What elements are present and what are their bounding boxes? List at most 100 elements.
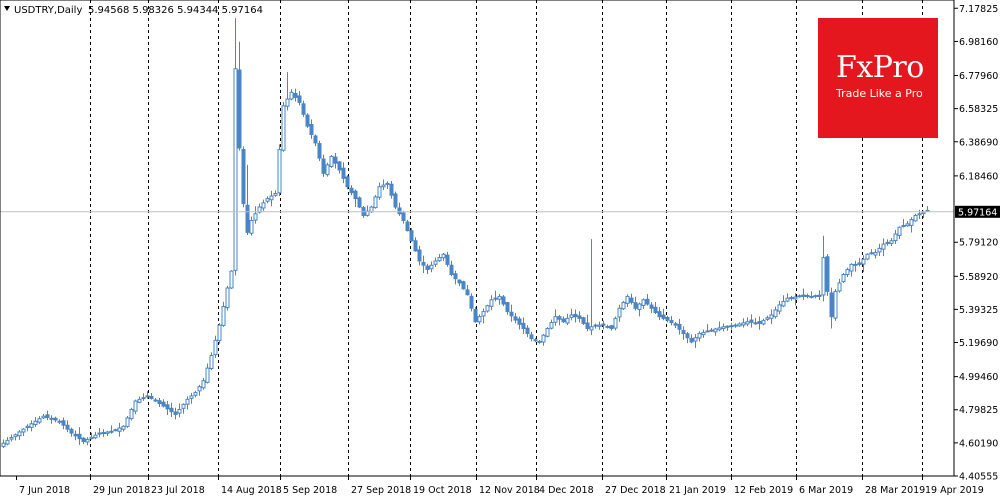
candle-body (549, 322, 554, 329)
candle-body (1, 442, 6, 448)
x-tick-label: 27 Sep 2018 (351, 485, 411, 496)
candle-body (889, 240, 894, 244)
candle-body (121, 425, 126, 430)
candle-body (225, 287, 230, 309)
candle-body (885, 241, 890, 244)
candle-body (917, 213, 922, 216)
candle-body (877, 247, 882, 253)
candle-body (617, 307, 622, 318)
candle-body (821, 257, 826, 296)
candle-body (173, 411, 178, 416)
candle-body (9, 437, 14, 440)
candle-body (621, 301, 626, 310)
candle-body (213, 339, 218, 356)
candle-body (169, 407, 174, 413)
x-tick-label: 14 Aug 2018 (221, 485, 282, 496)
candle-body (825, 256, 830, 292)
candle-body (153, 399, 158, 402)
candle-body (109, 430, 114, 433)
candle-body (401, 212, 406, 222)
candle-body (205, 367, 210, 383)
y-tick-label: 6.58325 (959, 104, 998, 115)
candle-body (421, 261, 426, 266)
candle-body (41, 415, 46, 419)
candle-body (305, 114, 310, 127)
candle-body (357, 197, 362, 208)
candle-body (533, 339, 538, 342)
candle-body (833, 290, 838, 319)
candle-body (329, 155, 334, 168)
candle-body (129, 408, 134, 420)
candle-body (61, 420, 66, 426)
candle-body (413, 240, 418, 252)
candle-body (593, 324, 598, 327)
candle-body (297, 95, 302, 103)
candle-body (721, 326, 726, 330)
candle-body (469, 295, 474, 309)
candle-body (217, 324, 222, 342)
candle-body (513, 316, 518, 321)
candle-body (649, 304, 654, 309)
candle-body (5, 439, 10, 445)
candle-body (49, 417, 54, 420)
x-tick-label: 6 Mar 2019 (799, 485, 853, 496)
x-tick-label: 29 Jun 2018 (93, 485, 150, 496)
candle-body (697, 333, 702, 339)
candle-body (425, 265, 430, 270)
candle-body (553, 316, 558, 323)
candle-body (837, 282, 842, 292)
candle-body (189, 395, 194, 399)
candle-body (893, 233, 898, 242)
candle-body (641, 299, 646, 306)
candle-body (237, 69, 242, 149)
candle-body (645, 298, 650, 305)
candle-body (245, 204, 250, 233)
candle-body (85, 438, 90, 443)
candle-body (569, 314, 574, 318)
candle-body (769, 314, 774, 319)
candle-body (493, 297, 498, 300)
candle-body (73, 433, 78, 437)
candle-body (909, 219, 914, 226)
y-tick-label: 5.58920 (959, 272, 998, 283)
candle-body (77, 433, 82, 440)
candle-body (717, 327, 722, 331)
candle-body (765, 317, 770, 320)
candle-body (253, 213, 258, 221)
x-tick-label: 12 Nov 2018 (479, 485, 540, 496)
candle-body (785, 297, 790, 302)
candle-body (705, 330, 710, 333)
y-tick-label: 4.79825 (959, 405, 998, 416)
candle-body (853, 263, 858, 266)
candle-body (733, 324, 738, 327)
candle-body (13, 434, 18, 438)
candle-body (385, 182, 390, 185)
candle-body (793, 296, 798, 300)
candle-body (313, 135, 318, 144)
candle-body (605, 325, 610, 328)
candle-body (269, 195, 274, 201)
candle-body (65, 424, 70, 430)
candle-body (233, 68, 238, 271)
candle-body (457, 279, 462, 284)
candle-body (813, 295, 818, 298)
candle-body (309, 123, 314, 135)
candle-body (789, 297, 794, 300)
candle-body (281, 105, 286, 151)
candle-body (137, 398, 142, 403)
candle-body (353, 190, 358, 200)
x-tick-label: 23 Jul 2018 (151, 485, 205, 496)
y-tick-label: 4.60190 (959, 438, 998, 449)
candle-body (633, 302, 638, 309)
candle-body (349, 187, 354, 194)
candle-body (177, 408, 182, 414)
chart-header: USDTRY,Daily 5.94568 5.98326 5.94344 5.9… (4, 5, 263, 16)
candle-body (773, 309, 778, 318)
x-tick-label: 27 Dec 2018 (605, 485, 666, 496)
candle-body (529, 334, 534, 340)
candle-body (105, 431, 110, 434)
candle-body (145, 395, 150, 398)
candle-body (777, 304, 782, 312)
candle-body (389, 183, 394, 196)
candle-body (261, 202, 266, 209)
